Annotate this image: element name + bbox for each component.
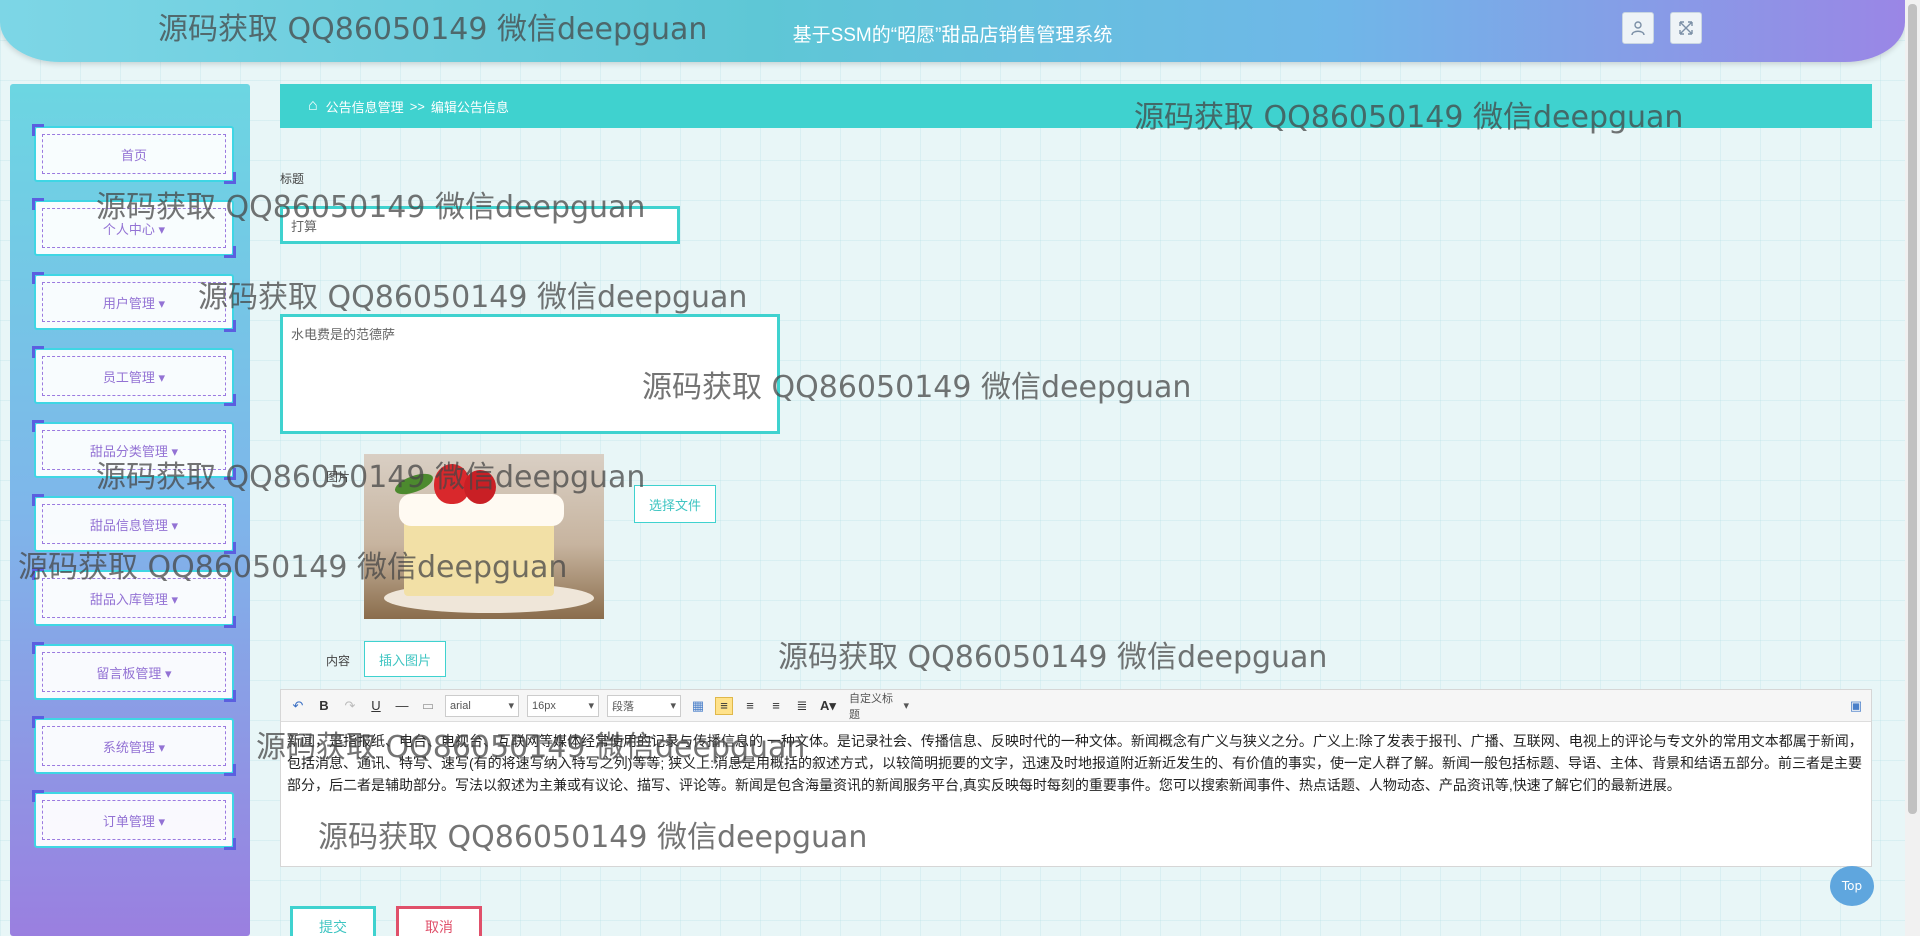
intro-textarea[interactable]: 水电费是的范德萨 — [280, 314, 780, 434]
page-scrollbar[interactable] — [1905, 0, 1920, 936]
font-color-icon[interactable]: A▾ — [819, 697, 837, 715]
font-size-select[interactable]: 16px ▾ — [527, 694, 599, 717]
choose-file-button[interactable]: 选择文件 — [634, 485, 716, 523]
image-label: 图片 — [326, 470, 351, 484]
sidebar-item-system[interactable]: 系统管理 ▾ — [32, 716, 236, 776]
sidebar-item-profile[interactable]: 个人中心 ▾ — [32, 198, 236, 258]
table-icon[interactable]: ▦ — [689, 697, 707, 715]
align-right-icon[interactable]: ≡ — [741, 697, 759, 715]
sidebar-item-label: 个人中心 ▾ — [42, 208, 226, 248]
home-icon[interactable]: ⌂ — [308, 97, 318, 115]
fullscreen-editor-icon[interactable]: ▣ — [1847, 697, 1865, 715]
align-center-icon[interactable]: ≡ — [767, 697, 785, 715]
sidebar-item-label: 甜品入库管理 ▾ — [42, 578, 226, 618]
sidebar-item-label: 订单管理 ▾ — [42, 800, 226, 840]
sidebar-item-users[interactable]: 用户管理 ▾ — [32, 272, 236, 332]
sidebar-item-label: 首页 — [42, 134, 226, 174]
editor-toolbar: ↶ B ↷ U — ▭ arial ▾ 16px ▾ 段落 ▾ ▦ ≡ ≡ ≡ ≣ A… — [281, 690, 1871, 722]
sidebar-item-label: 留言板管理 ▾ — [42, 652, 226, 692]
breadcrumb: ⌂ 公告信息管理 >> 编辑公告信息 — [280, 84, 1872, 128]
breadcrumb-current: 编辑公告信息 — [430, 99, 509, 115]
cancel-button[interactable]: 取消 — [396, 906, 482, 936]
content-label: 内容 — [326, 654, 351, 668]
sidebar: 首页 个人中心 ▾ 用户管理 ▾ 员工管理 ▾ 甜品分类管理 ▾ 甜品信息管理 … — [10, 84, 250, 936]
user-icon[interactable] — [1622, 12, 1654, 44]
top-header: 基于SSM的“昭愿”甜品店销售管理系统 — [0, 0, 1905, 62]
strikethrough-icon[interactable]: — — [393, 697, 411, 715]
sidebar-item-label: 用户管理 ▾ — [42, 282, 226, 322]
app-title: 基于SSM的“昭愿”甜品店销售管理系统 — [792, 25, 1113, 46]
title-label: 标题 — [280, 172, 305, 186]
sidebar-item-home[interactable]: 首页 — [32, 124, 236, 184]
paragraph-select[interactable]: 段落 ▾ — [607, 694, 681, 717]
breadcrumb-separator: >> — [409, 98, 425, 114]
sidebar-item-label: 甜品分类管理 ▾ — [42, 430, 226, 470]
sidebar-item-orders[interactable]: 订单管理 ▾ — [32, 790, 236, 850]
sidebar-item-label: 甜品信息管理 ▾ — [42, 504, 226, 544]
sidebar-item-label: 系统管理 ▾ — [42, 726, 226, 766]
redo-icon[interactable]: ↷ — [341, 697, 359, 715]
dessert-image — [364, 454, 604, 619]
font-family-select[interactable]: arial ▾ — [445, 694, 519, 717]
rich-text-editor: ↶ B ↷ U — ▭ arial ▾ 16px ▾ 段落 ▾ ▦ ≡ ≡ ≡ ≣ A… — [280, 689, 1872, 867]
fullscreen-icon[interactable] — [1670, 12, 1702, 44]
title-input[interactable]: 打算 — [280, 206, 680, 244]
submit-button[interactable]: 提交 — [290, 906, 376, 936]
watermark-text: 源码获取 QQ86050149 微信deepguan — [198, 280, 748, 315]
align-justify-icon[interactable]: ≣ — [793, 697, 811, 715]
underline-icon[interactable]: U — [367, 697, 385, 715]
bold-icon[interactable]: B — [315, 697, 333, 715]
sidebar-item-dessert-info[interactable]: 甜品信息管理 ▾ — [32, 494, 236, 554]
back-to-top-button[interactable]: Top — [1830, 866, 1874, 906]
sidebar-item-label: 员工管理 ▾ — [42, 356, 226, 396]
undo-icon[interactable]: ↶ — [289, 697, 307, 715]
sidebar-item-staff[interactable]: 员工管理 ▾ — [32, 346, 236, 406]
editor-content[interactable]: 新闻，是指报纸、电台、电视台、互联网等媒体经常使用的记录与传播信息的 一种文体。… — [281, 722, 1871, 804]
custom-heading-select[interactable]: 自定义标题 ▾ — [845, 693, 913, 721]
sidebar-item-dessert-stock[interactable]: 甜品入库管理 ▾ — [32, 568, 236, 628]
breadcrumb-parent[interactable]: 公告信息管理 — [326, 97, 404, 116]
sidebar-item-dessert-category[interactable]: 甜品分类管理 ▾ — [32, 420, 236, 480]
paste-icon[interactable]: ▭ — [419, 697, 437, 715]
scrollbar-thumb[interactable] — [1908, 4, 1917, 814]
insert-image-button[interactable]: 插入图片 — [364, 641, 446, 677]
sidebar-item-message-board[interactable]: 留言板管理 ▾ — [32, 642, 236, 702]
align-left-icon[interactable]: ≡ — [715, 696, 733, 715]
watermark-text: 源码获取 QQ86050149 微信deepguan — [778, 640, 1328, 675]
